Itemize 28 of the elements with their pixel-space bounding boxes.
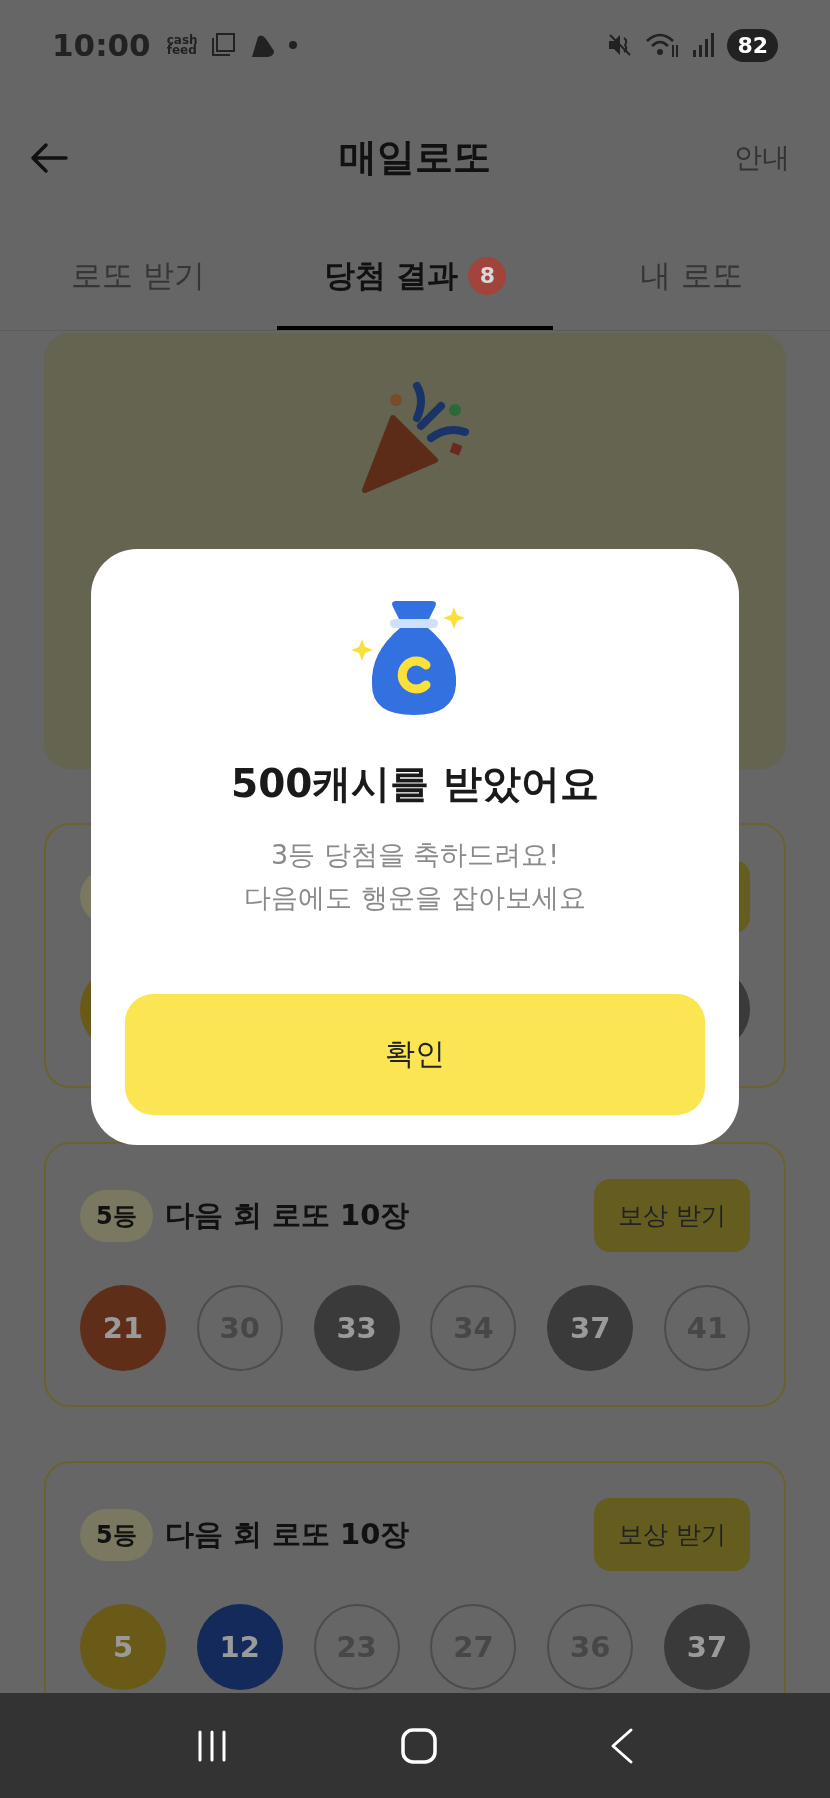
reward-button[interactable]: 보상 받기 [594,1498,750,1571]
rank-badge: 5등 [80,1189,153,1242]
lotto-ball: 12 [196,1604,283,1690]
prize-title: 다음 회 로또 10장 [164,1196,410,1234]
dialog-title: 500캐시를 받았어요 [231,760,599,808]
app-logo-text: cash [166,34,198,45]
wifi-icon [645,31,680,59]
app-logo-text: feed [166,45,198,56]
lotto-ball: 37 [547,1285,634,1371]
rank-badge: 5등 [80,1508,153,1561]
battery-indicator: 82 [727,28,778,62]
page-title: 매일로또 [339,135,491,179]
prize-title: 다음 회 로또 10장 [164,1515,410,1553]
lotto-ball: 21 [80,1285,166,1371]
dialog-message: 3등 당첨을 축하드려요! [270,838,560,872]
reward-button[interactable]: 보상 받기 [594,1179,750,1252]
lotto-ball: 33 [313,1285,400,1371]
lotto-ball: 37 [664,1604,750,1690]
confirm-button[interactable]: 확인 [125,994,705,1115]
copy-icon [209,32,236,58]
status-time: 10:00 [52,27,151,63]
dialog-message: 다음에도 행운을 잡아보세요 [244,881,586,916]
signal-icon [691,32,716,58]
home-icon[interactable] [400,1726,438,1765]
lotto-ball: 5 [80,1604,166,1690]
dot-icon [287,40,298,50]
back-arrow-icon[interactable] [30,141,70,174]
count-badge: 8 [468,256,507,295]
